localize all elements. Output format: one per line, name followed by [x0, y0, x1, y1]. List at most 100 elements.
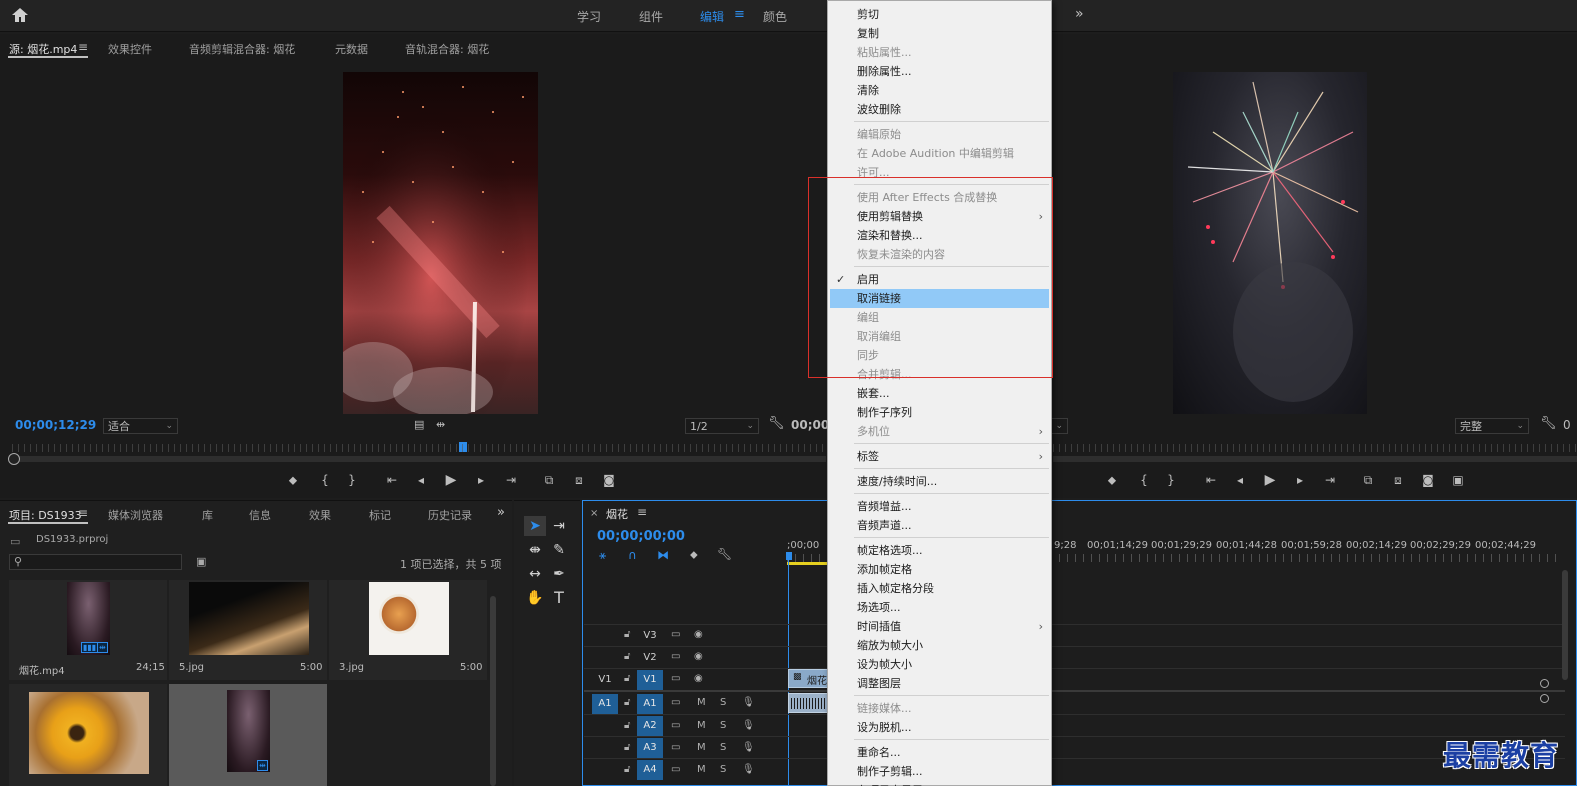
microphone-icon[interactable]: 🎙︎ — [742, 764, 755, 775]
track-target-a1[interactable]: A1 — [637, 694, 663, 714]
slip-tool-icon[interactable]: ↔ — [525, 566, 545, 582]
go-to-out-icon[interactable]: ⇥ — [1321, 473, 1339, 487]
solo-button[interactable]: S — [720, 720, 726, 731]
menu-item[interactable]: 调整图层 — [828, 674, 1051, 693]
project-search-input[interactable]: ⚲ — [9, 554, 182, 570]
timeline-playhead-handle[interactable] — [786, 552, 792, 560]
menu-item[interactable]: 渲染和替换... — [828, 226, 1051, 245]
source-patch-a1[interactable]: A1 — [592, 694, 618, 714]
source-timecode[interactable]: 00;00;12;29 — [15, 418, 96, 432]
drag-video-icon[interactable]: ⇹ — [436, 418, 445, 431]
track-target-v3[interactable]: V3 — [637, 626, 663, 646]
scroll-handle-icon[interactable] — [1540, 694, 1549, 703]
menu-item[interactable]: 时间插值 › — [828, 617, 1051, 636]
menu-item[interactable]: 在项目中显示 — [828, 781, 1051, 786]
overwrite-icon[interactable]: ⧈ — [570, 473, 588, 488]
nest-toggle-icon[interactable]: ⚹ — [599, 548, 606, 563]
sync-lock-icon[interactable]: ▭ — [671, 697, 680, 708]
panel-menu-icon[interactable]: ≡ — [637, 505, 647, 519]
solo-button[interactable]: S — [720, 764, 726, 775]
go-to-out-icon[interactable]: ⇥ — [502, 473, 520, 487]
menu-item[interactable]: 重命名... — [828, 743, 1051, 762]
tab-markers[interactable]: 标记 — [369, 507, 391, 523]
menu-item[interactable]: 音频声道... — [828, 516, 1051, 535]
sync-lock-icon[interactable]: ▭ — [671, 720, 680, 731]
sync-lock-icon[interactable]: ▭ — [671, 742, 680, 753]
panel-menu-icon[interactable]: ≡ — [78, 506, 88, 520]
step-back-icon[interactable]: ◂ — [1231, 473, 1249, 487]
fit-dropdown[interactable]: 适合 ⌄ — [103, 418, 178, 434]
menu-item[interactable]: 速度/持续时间... — [828, 472, 1051, 491]
workspace-tab-editing[interactable]: 编辑 — [700, 8, 724, 25]
lock-icon[interactable]: 🔓︎ — [624, 673, 630, 684]
menu-item[interactable]: 标签 › — [828, 447, 1051, 466]
project-scrollbar[interactable] — [490, 596, 496, 786]
menu-item[interactable]: 场选项... — [828, 598, 1051, 617]
hand-tool-icon[interactable]: ✋ — [525, 590, 545, 606]
wrench-icon[interactable]: 🔧︎ — [1540, 416, 1557, 431]
track-target-v2[interactable]: V2 — [637, 648, 663, 668]
tab-source[interactable]: 源: 烟花.mp4 — [9, 41, 77, 57]
pen-tool-icon[interactable]: ✒ — [549, 566, 569, 582]
close-icon[interactable]: × — [590, 508, 598, 519]
resolution-dropdown[interactable]: 1/2 ⌄ — [685, 418, 759, 434]
project-item[interactable]: 3.jpg 5:00 — [329, 580, 487, 680]
menu-item[interactable]: 复制 — [828, 24, 1051, 43]
ripple-edit-tool-icon[interactable]: ⇼ — [525, 542, 545, 558]
track-target-a3[interactable]: A3 — [637, 738, 663, 758]
menu-item[interactable]: 清除 — [828, 81, 1051, 100]
track-select-tool-icon[interactable]: ⇥ — [549, 518, 569, 534]
lock-icon[interactable]: 🔓︎ — [624, 629, 630, 640]
project-item[interactable] — [9, 684, 167, 786]
eye-icon[interactable]: ◉ — [694, 651, 703, 662]
video-clip[interactable]: ▩ 烟花 — [788, 669, 828, 688]
go-to-in-icon[interactable]: ⇤ — [383, 473, 401, 487]
snap-magnet-icon[interactable]: ∩ — [628, 548, 637, 562]
sequence-tab[interactable]: 烟花 — [606, 506, 628, 522]
workspace-tab-color[interactable]: 颜色 — [763, 8, 787, 25]
camera-icon[interactable]: ◙ — [600, 473, 618, 487]
wrench-icon[interactable]: 🔧︎ — [768, 416, 785, 431]
home-button[interactable] — [10, 6, 32, 26]
add-marker-icon[interactable]: ⬥ — [284, 473, 302, 488]
menu-item[interactable]: 制作子序列 — [828, 403, 1051, 422]
tab-effect-controls[interactable]: 效果控件 — [108, 41, 152, 57]
scrub-zoom-handle[interactable] — [8, 453, 20, 465]
lock-icon[interactable]: 🔓︎ — [624, 651, 630, 662]
menu-item[interactable]: 添加帧定格 — [828, 560, 1051, 579]
tab-audio-track-mixer[interactable]: 音轨混合器: 烟花 — [405, 41, 489, 57]
camera-icon[interactable]: ◙ — [1419, 473, 1437, 487]
type-tool-icon[interactable]: T — [549, 588, 569, 607]
sync-lock-icon[interactable]: ▭ — [671, 651, 680, 662]
track-target-v1[interactable]: V1 — [637, 670, 663, 690]
tab-project[interactable]: 项目: DS1933 — [9, 507, 82, 523]
lock-icon[interactable]: 🔓︎ — [624, 697, 630, 708]
tab-info[interactable]: 信息 — [249, 507, 271, 523]
track-target-a4[interactable]: A4 — [637, 760, 663, 780]
razor-tool-icon[interactable]: ✎ — [549, 542, 569, 558]
step-forward-icon[interactable]: ▸ — [472, 473, 490, 487]
scroll-handle-icon[interactable] — [1540, 679, 1549, 688]
lock-icon[interactable]: 🔓︎ — [624, 764, 630, 775]
workspace-tab-assembly[interactable]: 组件 — [639, 8, 663, 25]
menu-item[interactable]: 设为脱机... — [828, 718, 1051, 737]
sync-lock-icon[interactable]: ▭ — [671, 673, 680, 684]
comparison-view-icon[interactable]: ▣ — [1449, 473, 1467, 487]
audio-clip[interactable] — [788, 693, 828, 713]
menu-item[interactable]: 制作子剪辑... — [828, 762, 1051, 781]
tab-media-browser[interactable]: 媒体浏览器 — [108, 507, 163, 523]
mark-out-icon[interactable]: } — [343, 473, 361, 487]
mute-button[interactable]: M — [697, 720, 706, 731]
source-patch-v1[interactable]: V1 — [592, 670, 618, 690]
play-icon[interactable]: ▶ — [1261, 472, 1279, 488]
hamburger-icon[interactable]: ≡ — [734, 7, 745, 22]
work-area-bar[interactable] — [787, 562, 827, 565]
tab-metadata[interactable]: 元数据 — [335, 41, 368, 57]
eye-icon[interactable]: ◉ — [694, 629, 703, 640]
linked-selection-icon[interactable]: ⧓ — [657, 548, 669, 562]
insert-icon[interactable]: ⧉ — [540, 473, 558, 488]
mute-button[interactable]: M — [697, 764, 706, 775]
export-frame-icon[interactable]: ▤ — [414, 418, 424, 431]
project-item[interactable]: 5.jpg 5:00 — [169, 580, 327, 680]
panel-menu-icon[interactable]: ≡ — [78, 40, 88, 54]
